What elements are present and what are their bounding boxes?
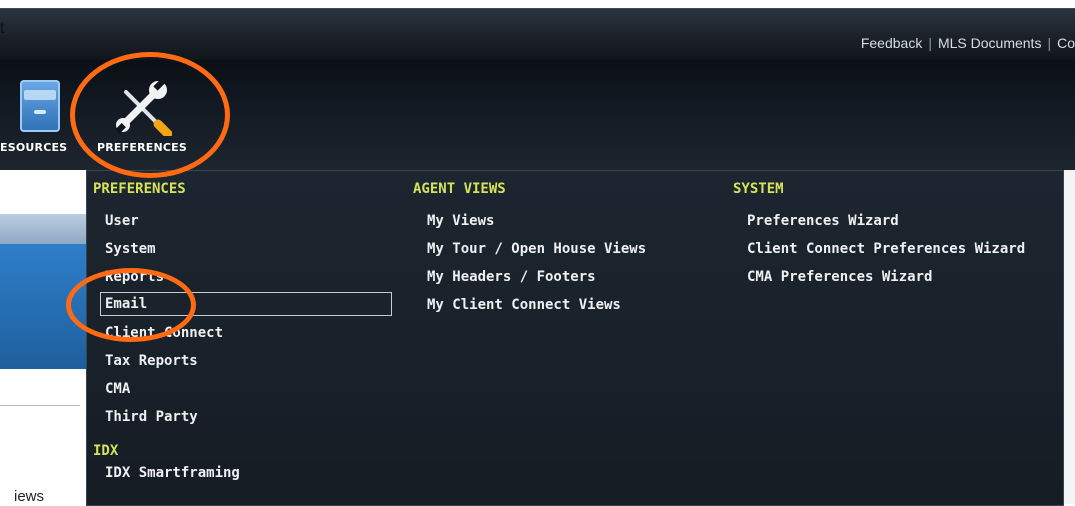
preferences-dropdown-menu: PREFERENCES User System Reports Email Cl… [86,170,1064,506]
menu-item-user[interactable]: User [105,213,139,229]
menu-item-third-party[interactable]: Third Party [105,409,198,425]
menu-item-email[interactable]: Email [100,292,392,316]
menu-item-cma[interactable]: CMA [105,381,130,397]
menu-item-system[interactable]: System [105,241,156,257]
wrench-screwdriver-icon[interactable] [112,76,172,136]
menu-item-client-connect[interactable]: Client Connect [105,325,223,341]
menu-item-my-views[interactable]: My Views [427,213,494,229]
menu-item-cma-preferences-wizard[interactable]: CMA Preferences Wizard [747,269,932,285]
menu-item-reports[interactable]: Reports [105,269,164,285]
menu-item-preferences-wizard[interactable]: Preferences Wizard [747,213,899,229]
menu-item-my-tour-open-house-views[interactable]: My Tour / Open House Views [427,241,646,257]
menu-item-client-connect-preferences-wizard[interactable]: Client Connect Preferences Wizard [747,241,1025,257]
idx-heading: IDX [93,443,119,459]
menu-item-idx-smartframing[interactable]: IDX Smartframing [105,465,240,481]
menu-item-my-client-connect-views[interactable]: My Client Connect Views [427,297,621,313]
preferences-label[interactable]: PREFERENCES [97,141,187,154]
menu-item-tax-reports[interactable]: Tax Reports [105,353,198,369]
top-links: Feedback | MLS Documents | Co [860,35,1075,51]
top-header-bar: Feedback | MLS Documents | Co [0,8,1075,61]
preferences-heading: PREFERENCES [93,181,186,197]
page-background-left [0,170,86,504]
mls-documents-link[interactable]: MLS Documents [938,35,1041,51]
resources-icon[interactable] [20,80,60,132]
contact-link[interactable]: Co [1057,35,1075,51]
views-text-fragment: iews [14,488,45,505]
resources-label[interactable]: ESOURCES [0,141,67,154]
feedback-link[interactable]: Feedback [861,35,922,51]
header-text-fragment: t [0,20,5,37]
agent-views-heading: AGENT VIEWS [413,181,506,197]
system-heading: SYSTEM [733,181,784,197]
menu-item-my-headers-footers[interactable]: My Headers / Footers [427,269,596,285]
